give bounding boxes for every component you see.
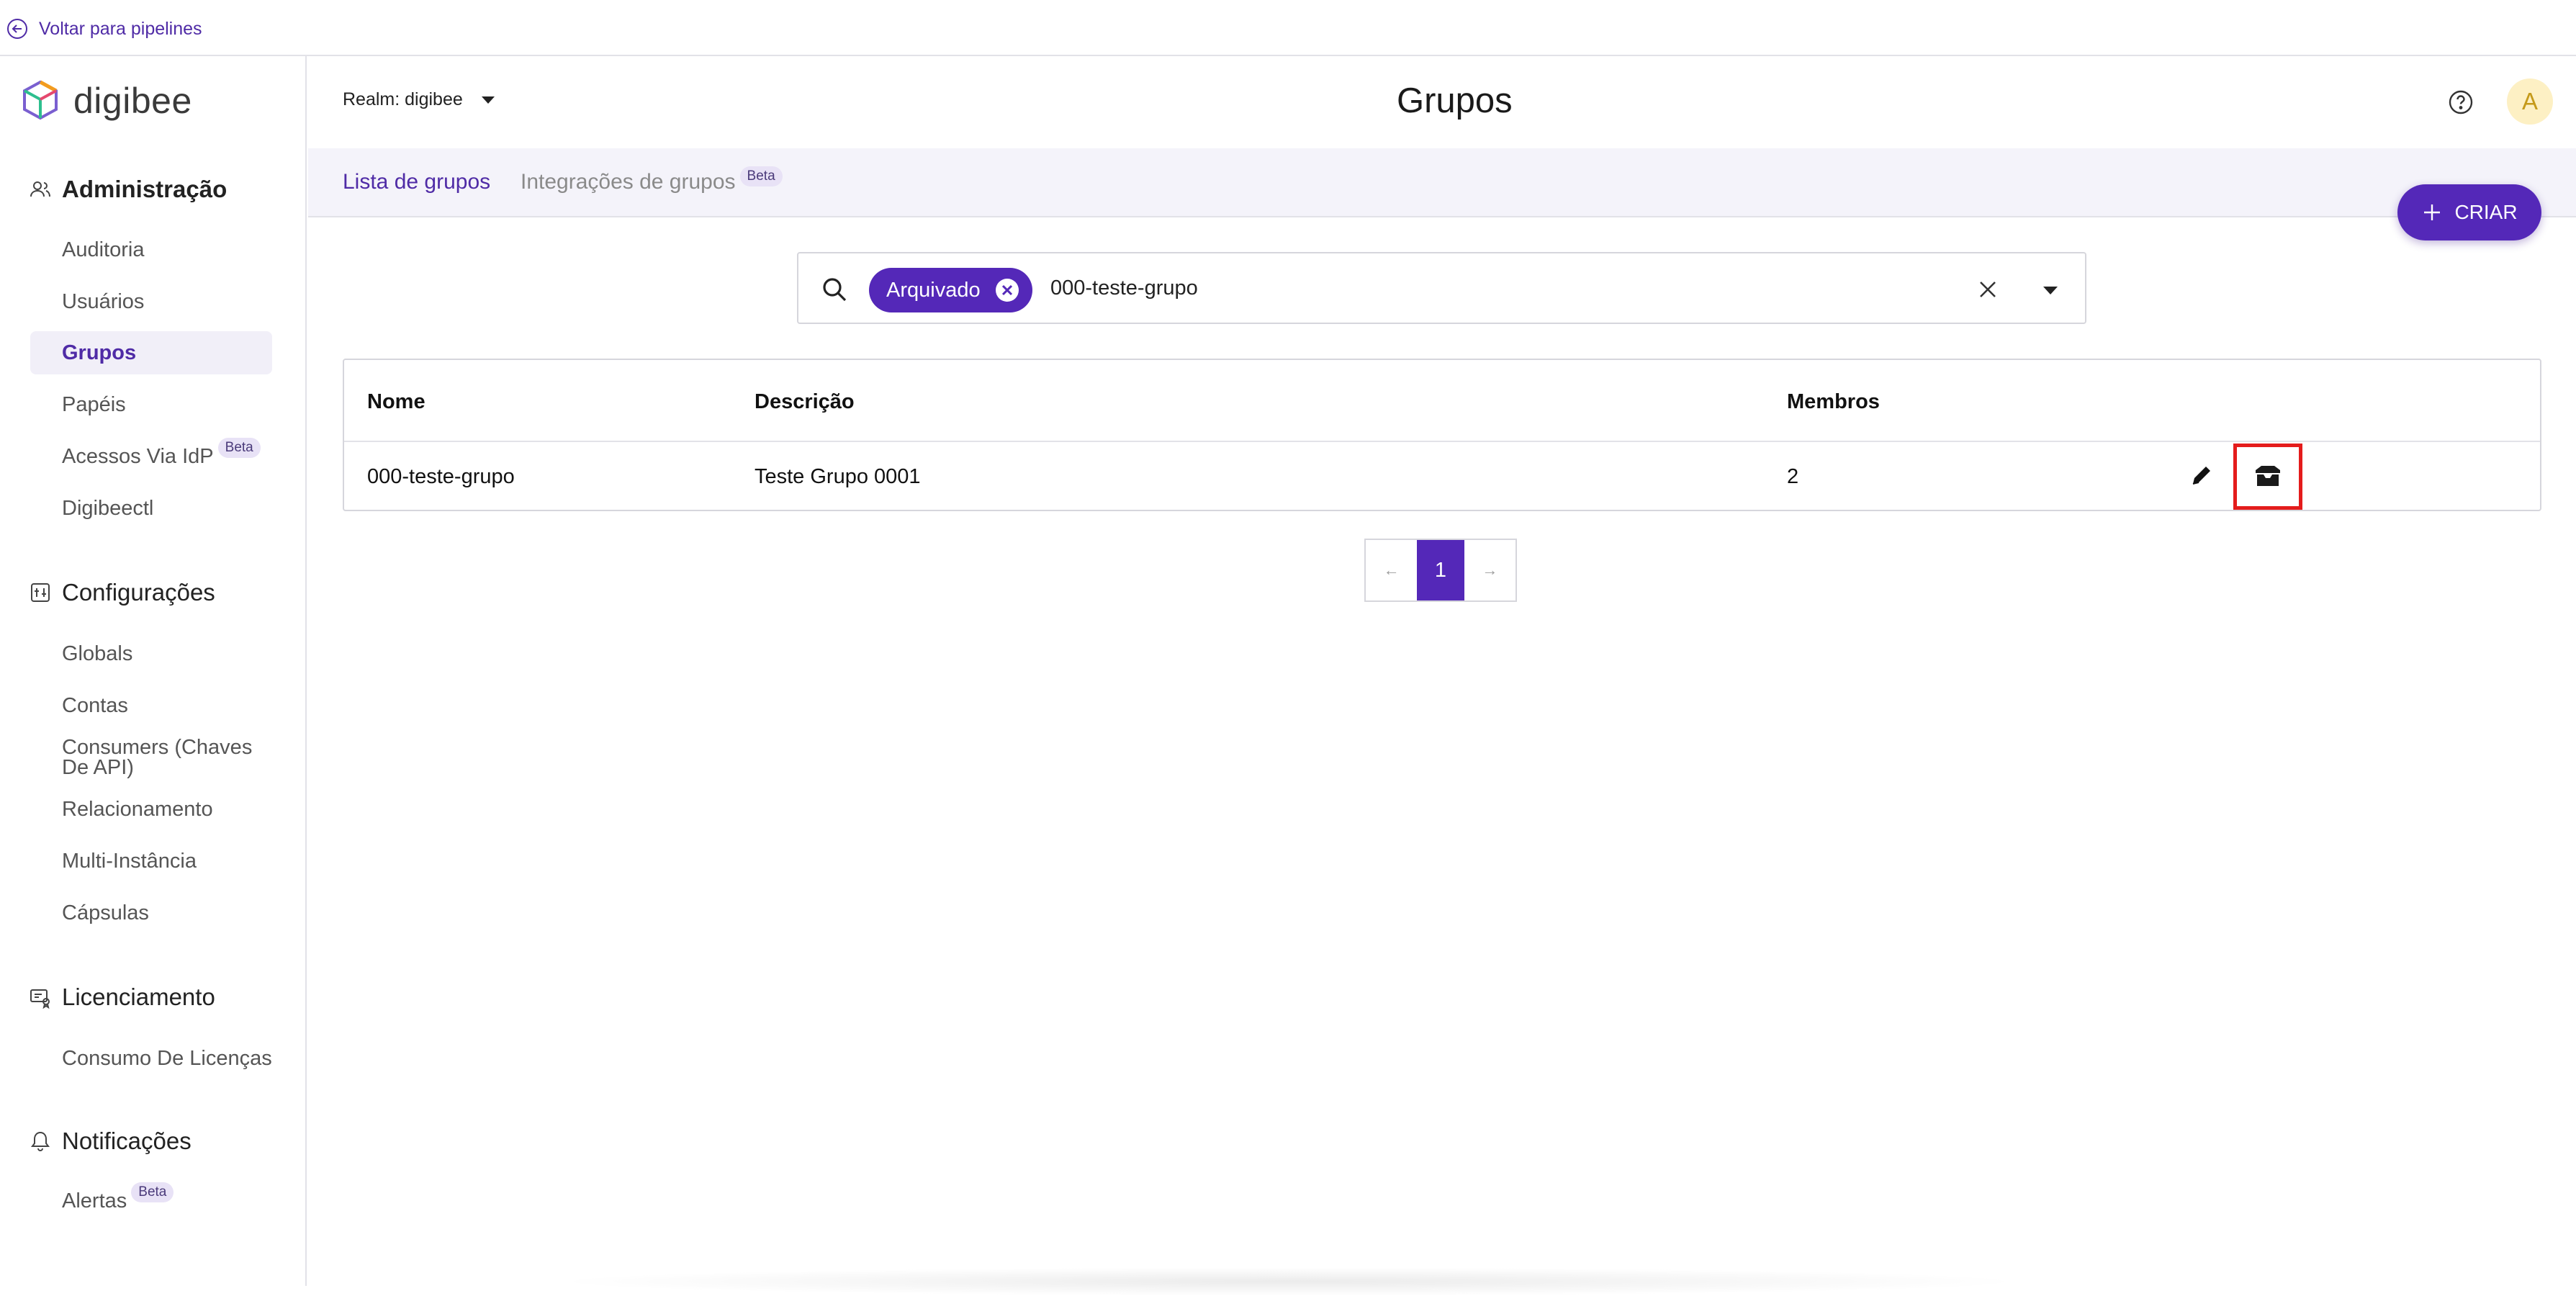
search-input[interactable] xyxy=(1050,276,1986,300)
sidebar-item-label: Usuários xyxy=(62,289,145,313)
sidebar-item-relacionamento[interactable]: Relacionamento xyxy=(30,788,272,831)
sidebar: digibee Administração Auditoria Usuários… xyxy=(0,56,307,1286)
section-label: Administração xyxy=(62,176,228,202)
sidebar-item-label: Alertas xyxy=(62,1189,127,1212)
pagination: ← 1 → xyxy=(1364,539,1517,602)
section-label: Licenciamento xyxy=(62,984,215,1010)
column-header-nome[interactable]: Nome xyxy=(367,390,425,414)
sidebar-item-auditoria[interactable]: Auditoria xyxy=(30,228,272,271)
table-divider xyxy=(344,441,2540,442)
filter-chip-arquivado: Arquivado xyxy=(869,268,1032,312)
next-page-button[interactable]: → xyxy=(1464,540,1516,600)
sidebar-item-label: Contas xyxy=(62,693,128,717)
sidebar-item-papeis[interactable]: Papéis xyxy=(30,383,272,426)
tab-label: Integrações de grupos xyxy=(521,170,736,194)
sidebar-item-label: Acessos Via IdP xyxy=(62,444,214,468)
section-label: Configurações xyxy=(62,579,215,606)
logo-text: digibee xyxy=(73,81,192,121)
help-icon[interactable] xyxy=(2445,86,2477,118)
tab-lista-de-grupos[interactable]: Lista de grupos xyxy=(343,170,490,194)
back-to-pipelines-link[interactable]: Voltar para pipelines xyxy=(6,17,202,40)
sidebar-item-label: Papéis xyxy=(62,392,126,416)
sidebar-item-label: Auditoria xyxy=(62,238,145,261)
beta-badge: Beta xyxy=(739,166,783,186)
sidebar-item-digibeectl[interactable]: Digibeectl xyxy=(30,487,272,530)
column-header-descricao[interactable]: Descrição xyxy=(755,390,855,414)
avatar[interactable]: A xyxy=(2507,78,2553,125)
sidebar-item-consumers[interactable]: Consumers (Chaves De API) xyxy=(30,734,272,780)
sidebar-item-acessos-via-idp[interactable]: Acessos Via IdP Beta xyxy=(30,435,272,478)
section-licenciamento: Licenciamento xyxy=(29,984,215,1011)
caret-down-icon xyxy=(481,96,495,104)
section-configuracoes: Configurações xyxy=(29,579,215,606)
section-label: Notificações xyxy=(62,1128,192,1154)
sidebar-item-label: Consumers (Chaves De API) xyxy=(62,736,253,779)
license-icon xyxy=(30,989,50,1009)
create-button[interactable]: CRIAR xyxy=(2397,184,2541,240)
sidebar-item-multi-instancia[interactable]: Multi-Instância xyxy=(30,840,272,883)
tab-integracoes-de-grupos[interactable]: Integrações de grupos Beta xyxy=(521,166,783,195)
pencil-icon[interactable] xyxy=(2187,461,2216,490)
realm-label: Realm: digibee xyxy=(343,89,463,109)
bottom-shadow xyxy=(547,1267,2030,1296)
bell-icon xyxy=(31,1131,50,1151)
sidebar-item-consumo-de-licencas[interactable]: Consumo De Licenças xyxy=(30,1037,272,1080)
page-number-button[interactable]: 1 xyxy=(1417,540,1464,600)
archive-box-icon xyxy=(2256,466,2280,486)
sidebar-item-label: Grupos xyxy=(62,341,137,364)
beta-badge: Beta xyxy=(217,438,261,458)
sidebar-item-label: Relacionamento xyxy=(62,797,213,821)
cell-membros: 2 xyxy=(1787,465,1799,488)
plus-icon xyxy=(2424,204,2441,220)
sidebar-item-capsulas[interactable]: Cápsulas xyxy=(30,891,272,935)
digibee-logo[interactable]: digibee xyxy=(17,78,192,124)
search-icon xyxy=(823,278,847,302)
sidebar-item-alertas[interactable]: Alertas Beta xyxy=(30,1179,272,1223)
archive-button[interactable] xyxy=(2233,444,2302,510)
cell-descricao: Teste Grupo 0001 xyxy=(755,465,921,488)
close-circle-icon[interactable] xyxy=(994,276,1021,304)
sidebar-item-contas[interactable]: Contas xyxy=(30,684,272,727)
section-notificacoes: Notificações xyxy=(29,1128,192,1155)
chevron-down-icon[interactable] xyxy=(2040,279,2061,301)
page-title: Grupos xyxy=(1397,81,1513,120)
beta-badge: Beta xyxy=(131,1182,174,1202)
sidebar-item-globals[interactable]: Globals xyxy=(30,632,272,675)
sidebar-item-label: Digibeectl xyxy=(62,496,154,520)
back-link-label: Voltar para pipelines xyxy=(39,18,202,39)
arrow-left-circle-icon xyxy=(7,19,27,39)
sidebar-item-label: Consumo De Licenças xyxy=(62,1046,272,1070)
users-icon xyxy=(30,181,50,197)
groups-table: Nome Descrição Membros 000-teste-grupo T… xyxy=(343,359,2541,511)
header: Realm: digibee Grupos A xyxy=(308,56,2576,148)
settings-grid-icon xyxy=(31,583,50,602)
realm-selector[interactable]: Realm: digibee xyxy=(343,89,496,110)
search-bar[interactable]: Arquivado xyxy=(797,252,2086,324)
sidebar-item-label: Cápsulas xyxy=(62,901,149,924)
section-administracao: Administração xyxy=(29,176,227,203)
top-bar: Voltar para pipelines xyxy=(0,0,2576,56)
previous-page-button[interactable]: ← xyxy=(1366,540,1417,600)
chip-label: Arquivado xyxy=(886,278,981,302)
sidebar-item-grupos[interactable]: Grupos xyxy=(30,331,272,374)
sidebar-item-label: Globals xyxy=(62,642,133,665)
digibee-cube-icon xyxy=(23,80,58,120)
create-button-label: CRIAR xyxy=(2454,201,2518,223)
column-header-membros[interactable]: Membros xyxy=(1787,390,1880,414)
close-icon[interactable] xyxy=(1975,276,2001,302)
sidebar-item-label: Multi-Instância xyxy=(62,849,197,873)
tabs-bar: Lista de grupos Integrações de grupos Bet… xyxy=(308,148,2576,217)
sidebar-item-usuarios[interactable]: Usuários xyxy=(30,280,272,323)
cell-nome: 000-teste-grupo xyxy=(367,465,515,488)
